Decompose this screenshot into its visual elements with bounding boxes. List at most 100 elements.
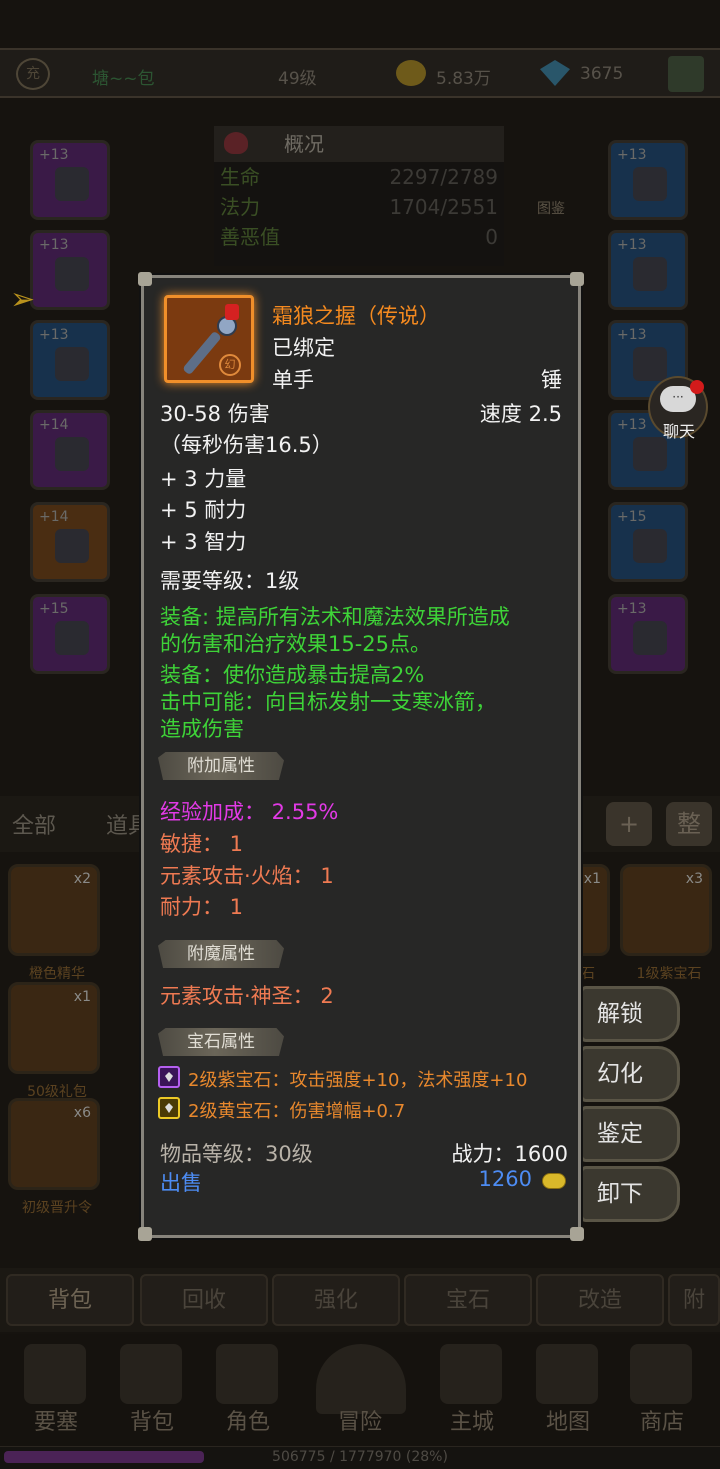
- player-level: 49级: [278, 69, 317, 89]
- gold-coin-icon: [396, 60, 426, 86]
- item-icon: 幻: [164, 295, 254, 383]
- effect-line: 的伤害和治疗效果15-25点。: [160, 632, 432, 656]
- lock-icon: [225, 304, 239, 320]
- vip-icon[interactable]: 充: [16, 58, 50, 90]
- main-nav: 要塞 背包 角色 冒险 主城 地图 商店: [0, 1334, 720, 1446]
- speed: 速度 2.5: [479, 402, 562, 426]
- stat-line: + 3 智力: [160, 530, 247, 554]
- player-name: 塘~~包: [92, 69, 155, 89]
- nav-main-city[interactable]: 主城: [432, 1404, 512, 1436]
- purple-gem-icon: [158, 1066, 180, 1088]
- stat-row: 法力 1704/2551: [220, 195, 498, 219]
- top-status-bar: 充 塘~~包 49级 5.83万 3675: [0, 48, 720, 98]
- castle-icon[interactable]: [440, 1344, 502, 1404]
- shop-icon[interactable]: [630, 1344, 692, 1404]
- equip-slot[interactable]: +14: [30, 502, 110, 582]
- required-level: 需要等级：1级: [160, 569, 300, 593]
- overview-panel: 概况 生命 2297/2789 法力 1704/2551 善恶值 0: [214, 126, 504, 266]
- nav-character[interactable]: 角色: [208, 1404, 288, 1436]
- map-scroll-icon[interactable]: [536, 1344, 598, 1404]
- dps: （每秒伤害16.5）: [160, 433, 333, 457]
- yellow-gem-icon: [158, 1097, 180, 1119]
- exp-bonus: 经验加成： 2.55%: [160, 800, 339, 824]
- tab-recycle[interactable]: 回收: [140, 1274, 268, 1326]
- add-button[interactable]: +: [606, 802, 652, 846]
- bag-item[interactable]: x1 50级礼包: [8, 982, 100, 1100]
- damage: 30-58 伤害: [160, 402, 270, 426]
- sell-label[interactable]: 出售: [160, 1167, 202, 1197]
- effect-line: 击中可能：向目标发射一支寒冰箭，: [160, 690, 496, 714]
- nav-adventure[interactable]: 冒险: [320, 1404, 400, 1436]
- tab-enhance[interactable]: 强化: [272, 1274, 400, 1326]
- character-avatar-icon[interactable]: [668, 56, 704, 92]
- sell-price: 1260: [478, 1167, 532, 1191]
- backpack-icon[interactable]: [120, 1344, 182, 1404]
- gem-line: 2级紫宝石：攻击强度+10，法术强度+10: [188, 1070, 528, 1091]
- helmet-icon[interactable]: [216, 1344, 278, 1404]
- item-name: 霜狼之握（传说）: [272, 304, 440, 328]
- nav-shop[interactable]: 商店: [622, 1404, 702, 1436]
- tab-bag[interactable]: 背包: [6, 1274, 134, 1326]
- equip-slot[interactable]: +13: [608, 594, 688, 674]
- stat-line: + 3 力量: [160, 467, 247, 491]
- combat-power: 战力：1600: [451, 1142, 568, 1166]
- section-enchant-attrs: 附魔属性: [158, 940, 284, 968]
- transmog-badge-icon: 幻: [219, 354, 241, 376]
- equip-slot[interactable]: +13: [608, 140, 688, 220]
- diamond-icon: [540, 60, 570, 86]
- diamond-amount: 3675: [580, 64, 624, 84]
- heart-icon: [224, 132, 248, 154]
- notification-dot: [690, 380, 704, 394]
- equip-slot[interactable]: +13: [30, 320, 110, 400]
- fortress-icon[interactable]: [24, 1344, 86, 1404]
- section-gem-attrs: 宝石属性: [158, 1028, 284, 1056]
- equip-slot[interactable]: +13: [608, 230, 688, 310]
- equip-slot[interactable]: +15: [608, 502, 688, 582]
- bag-item[interactable]: x6 初级晋升令: [8, 1098, 100, 1216]
- gold-amount: 5.83万: [436, 69, 491, 89]
- item-level: 物品等级：30级: [160, 1142, 313, 1166]
- identify-button[interactable]: 鉴定: [580, 1106, 680, 1162]
- effect-line: 装备: 提高所有法术和魔法效果所造成: [160, 605, 510, 629]
- pointer-arrow-icon: ➢: [10, 282, 36, 317]
- gem-line: 2级黄宝石：伤害增幅+0.7: [188, 1101, 406, 1122]
- effect-line: 造成伤害: [160, 717, 244, 741]
- tab-modify[interactable]: 改造: [536, 1274, 664, 1326]
- stat-line: + 5 耐力: [160, 498, 247, 522]
- chat-button[interactable]: ··· 聊天: [648, 376, 708, 441]
- unequip-button[interactable]: 卸下: [580, 1166, 680, 1222]
- nav-bag[interactable]: 背包: [112, 1404, 192, 1436]
- extra-attr: 元素攻击·火焰： 1: [160, 864, 334, 888]
- tab-gem[interactable]: 宝石: [404, 1274, 532, 1326]
- section-extra-attrs: 附加属性: [158, 752, 284, 780]
- stat-row: 生命 2297/2789: [220, 165, 498, 189]
- chat-label: 聊天: [662, 422, 695, 441]
- nav-map[interactable]: 地图: [528, 1404, 608, 1436]
- equip-slot[interactable]: +15: [30, 594, 110, 674]
- stat-row: 善恶值 0: [220, 225, 498, 249]
- hand-type: 单手: [272, 368, 314, 392]
- overview-title: 概况: [214, 126, 504, 162]
- enchant-attr: 元素攻击·神圣： 2: [160, 984, 334, 1008]
- unlock-button[interactable]: 解锁: [580, 986, 680, 1042]
- equip-slot[interactable]: +14: [30, 410, 110, 490]
- equip-slot[interactable]: +13: [30, 140, 110, 220]
- transmog-button[interactable]: 幻化: [580, 1046, 680, 1102]
- bottom-tabs: 背包 回收 强化 宝石 改造 附: [0, 1268, 720, 1332]
- extra-attr: 敏捷： 1: [160, 832, 244, 856]
- sort-button[interactable]: 整: [666, 802, 712, 846]
- tab-more[interactable]: 附: [668, 1274, 720, 1326]
- filter-all[interactable]: 全部: [12, 808, 56, 840]
- effect-line: 装备：使你造成暴击提高2%: [160, 663, 425, 687]
- bag-item[interactable]: x2 橙色精华: [8, 864, 100, 982]
- item-tooltip: 幻 霜狼之握（传说） 已绑定 单手 锤 30-58 伤害 速度 2.5 （每秒伤…: [138, 272, 584, 1241]
- codex-button[interactable]: 图鉴: [526, 158, 576, 218]
- nav-fortress[interactable]: 要塞: [16, 1404, 96, 1436]
- weapon-type: 锤: [541, 368, 562, 392]
- xp-bar: 506775 / 1777970 (28%): [0, 1446, 720, 1469]
- gold-coin-icon: [542, 1173, 566, 1189]
- bag-item[interactable]: x3 1级紫宝石: [620, 864, 712, 982]
- extra-attr: 耐力： 1: [160, 895, 244, 919]
- xp-text: 506775 / 1777970 (28%): [272, 1449, 448, 1465]
- bind-status: 已绑定: [272, 336, 335, 360]
